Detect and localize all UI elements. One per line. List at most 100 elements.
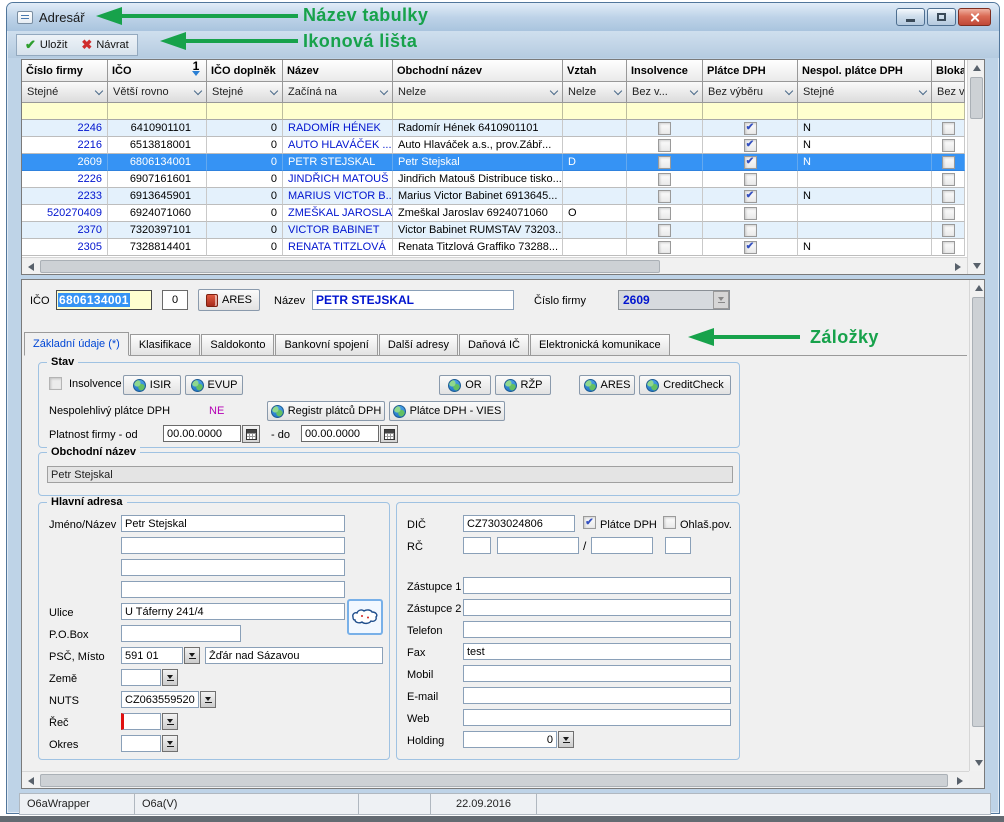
filter-cislo-firmy[interactable]: Stejné bbox=[22, 82, 108, 103]
column-header-blokace[interactable]: Bloka bbox=[932, 60, 965, 82]
scroll-left-arrow[interactable] bbox=[23, 773, 38, 788]
filter-platce-dph[interactable]: Bez výběru bbox=[703, 82, 798, 103]
insolvence-checkbox[interactable] bbox=[658, 207, 671, 220]
ares-lookup-button[interactable]: ARES bbox=[198, 289, 260, 311]
minimize-button[interactable] bbox=[896, 8, 925, 26]
registr-platcu-button[interactable]: Registr plátců DPH bbox=[267, 401, 385, 421]
calendar-icon[interactable] bbox=[242, 425, 260, 443]
nazev-line2-input[interactable] bbox=[121, 537, 345, 554]
platce-dph-checkbox[interactable] bbox=[744, 207, 757, 220]
insolvence-checkbox[interactable] bbox=[658, 190, 671, 203]
nazev-input[interactable] bbox=[312, 290, 514, 310]
table-row[interactable]: 520270409 6924071060 0 ZMEŠKAL JAROSLAV … bbox=[22, 205, 965, 222]
table-row-selected[interactable]: 2609 6806134001 0 PETR STEJSKAL Petr Ste… bbox=[22, 154, 965, 171]
web-input[interactable] bbox=[463, 709, 731, 726]
rc-input-1[interactable] bbox=[463, 537, 491, 554]
grid-vscroll-thumb[interactable] bbox=[970, 77, 983, 119]
dropdown-arrow-icon[interactable] bbox=[162, 735, 178, 752]
zeme-input[interactable] bbox=[121, 669, 161, 686]
filter-blokace[interactable]: Bez v bbox=[932, 82, 965, 103]
blokace-checkbox[interactable] bbox=[942, 190, 955, 203]
tab-elektronicka-komunikace[interactable]: Elektronická komunikace bbox=[530, 334, 670, 355]
platnost-do-input[interactable] bbox=[301, 425, 379, 442]
table-row[interactable]: 2370 7320397101 0 VICTOR BABINET Victor … bbox=[22, 222, 965, 239]
maximize-button[interactable] bbox=[927, 8, 956, 26]
creditcheck-button[interactable]: CreditCheck bbox=[639, 375, 731, 395]
calendar-icon[interactable] bbox=[380, 425, 398, 443]
search-input-vztah[interactable] bbox=[563, 103, 627, 120]
blokace-checkbox[interactable] bbox=[942, 173, 955, 186]
search-input-insolvence[interactable] bbox=[627, 103, 703, 120]
platce-dph-checkbox[interactable] bbox=[744, 139, 757, 152]
dic-input[interactable] bbox=[463, 515, 575, 532]
table-row[interactable]: 2246 6410901101 0 RADOMÍR HÉNEK Radomír … bbox=[22, 120, 965, 137]
platnost-od-input[interactable] bbox=[163, 425, 241, 442]
filter-nazev[interactable]: Začíná na bbox=[283, 82, 393, 103]
search-input-obchodni-nazev[interactable] bbox=[393, 103, 563, 120]
scroll-left-arrow[interactable] bbox=[23, 259, 38, 274]
insolvence-checkbox[interactable] bbox=[658, 122, 671, 135]
tab-klasifikace[interactable]: Klasifikace bbox=[130, 334, 201, 355]
email-input[interactable] bbox=[463, 687, 731, 704]
map-button[interactable] bbox=[347, 599, 383, 635]
column-header-obchodni-nazev[interactable]: Obchodní název bbox=[393, 60, 563, 82]
blokace-checkbox[interactable] bbox=[942, 207, 955, 220]
blokace-checkbox[interactable] bbox=[942, 224, 955, 237]
filter-ico[interactable]: Větší rovno bbox=[108, 82, 207, 103]
column-header-insolvence[interactable]: Insolvence bbox=[627, 60, 703, 82]
scroll-right-arrow[interactable] bbox=[952, 773, 967, 788]
search-input-ico[interactable] bbox=[108, 103, 207, 120]
column-header-nespol-platce[interactable]: Nespol. plátce DPH bbox=[798, 60, 932, 82]
okres-input[interactable] bbox=[121, 735, 161, 752]
insolvence-checkbox[interactable] bbox=[658, 156, 671, 169]
rc-input-2[interactable] bbox=[497, 537, 579, 554]
platce-dph-checkbox[interactable] bbox=[744, 224, 757, 237]
mobil-input[interactable] bbox=[463, 665, 731, 682]
detail-vscroll-thumb[interactable] bbox=[972, 297, 985, 727]
dropdown-arrow-icon[interactable] bbox=[200, 691, 216, 708]
blokace-checkbox[interactable] bbox=[942, 241, 955, 254]
back-button[interactable]: ✖ Návrat bbox=[77, 36, 132, 54]
tab-zakladni-udaje[interactable]: Základní údaje (*) bbox=[24, 332, 129, 356]
dropdown-arrow-icon[interactable] bbox=[558, 731, 574, 748]
ico-suffix-input[interactable] bbox=[162, 290, 188, 310]
scroll-down-arrow[interactable] bbox=[971, 755, 985, 770]
table-row[interactable]: 2305 7328814401 0 RENATA TITZLOVÁ Renata… bbox=[22, 239, 965, 256]
platce-dph-checkbox[interactable] bbox=[744, 173, 757, 186]
scroll-down-arrow[interactable] bbox=[969, 258, 984, 273]
pobox-input[interactable] bbox=[121, 625, 241, 642]
platce-dph-checkbox[interactable] bbox=[744, 156, 757, 169]
scroll-up-arrow[interactable] bbox=[971, 280, 985, 295]
table-row[interactable]: 2233 6913645901 0 MARIUS VICTOR B... Mar… bbox=[22, 188, 965, 205]
column-header-vztah[interactable]: Vztah bbox=[563, 60, 627, 82]
grid-hscroll-thumb[interactable] bbox=[40, 260, 660, 273]
or-button[interactable]: OR bbox=[439, 375, 491, 395]
psc-input[interactable] bbox=[121, 647, 183, 664]
scroll-up-arrow[interactable] bbox=[969, 60, 984, 75]
nuts-input[interactable] bbox=[121, 691, 199, 708]
search-input-ico-doplnek[interactable] bbox=[207, 103, 283, 120]
filter-vztah[interactable]: Nelze bbox=[563, 82, 627, 103]
filter-insolvence[interactable]: Bez v... bbox=[627, 82, 703, 103]
platce-dph-checkbox[interactable] bbox=[583, 516, 596, 529]
table-row[interactable]: 2226 6907161601 0 JINDŘICH MATOUŠ Jindři… bbox=[22, 171, 965, 188]
zastupce2-input[interactable] bbox=[463, 599, 731, 616]
table-row[interactable]: 2216 6513818001 0 AUTO HLAVÁČEK ... Auto… bbox=[22, 137, 965, 154]
platce-dph-checkbox[interactable] bbox=[744, 122, 757, 135]
close-button[interactable] bbox=[958, 8, 991, 26]
insolvence-checkbox[interactable] bbox=[658, 139, 671, 152]
scroll-right-arrow[interactable] bbox=[950, 259, 965, 274]
evup-button[interactable]: EVUP bbox=[185, 375, 243, 395]
ohlas-pov-checkbox[interactable] bbox=[663, 516, 676, 529]
detail-hscroll-thumb[interactable] bbox=[40, 774, 948, 787]
column-header-ico[interactable]: IČO 1 bbox=[108, 60, 207, 82]
dropdown-arrow-icon[interactable] bbox=[184, 647, 200, 664]
ares-button[interactable]: ARES bbox=[579, 375, 635, 395]
platce-dph-checkbox[interactable] bbox=[744, 241, 757, 254]
column-header-cislo-firmy[interactable]: Číslo firmy bbox=[22, 60, 108, 82]
nazev-line4-input[interactable] bbox=[121, 581, 345, 598]
filter-nespol-platce[interactable]: Stejné bbox=[798, 82, 932, 103]
column-header-nazev[interactable]: Název bbox=[283, 60, 393, 82]
ulice-input[interactable] bbox=[121, 603, 345, 620]
insolvence-checkbox[interactable] bbox=[658, 241, 671, 254]
